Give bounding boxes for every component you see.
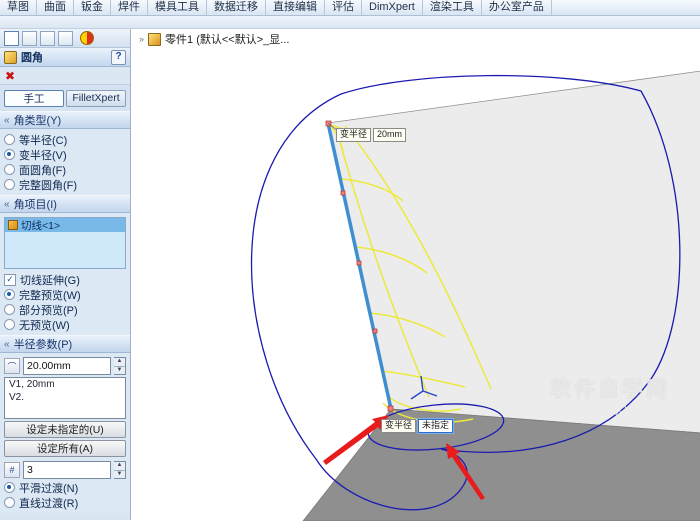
selected-edge-row[interactable]: 切线<1> [5, 218, 125, 232]
control-point-row-v2[interactable]: V2. [5, 391, 125, 404]
set-unassigned-button[interactable]: 设定未指定的(U) [4, 421, 126, 438]
feature-manager-tab-icon[interactable] [4, 30, 19, 46]
panel-header: 圆角 ? [0, 48, 130, 67]
edges-selection-list[interactable]: 切线<1> [4, 217, 126, 269]
fillet-items-group-body: 切线<1> ✓ 切线延伸(G) 完整预览(W) 部分预览(P) 无预览(W) [0, 213, 130, 335]
radio-selected-icon [4, 482, 15, 493]
variable-radius-callout-bottom: 变半径 未指定 [381, 419, 454, 433]
dimxpert-manager-tab-icon[interactable] [58, 30, 73, 46]
tab-direct-editing[interactable]: 直接编辑 [266, 0, 325, 15]
control-points-list[interactable]: V1, 20mm V2. [4, 377, 126, 419]
part-document-icon [148, 32, 162, 46]
document-title: 零件1 (默认<<默认>_显... [165, 34, 290, 46]
configuration-manager-tab-icon[interactable] [40, 30, 55, 46]
fillet-items-group-label: 角项目(I) [13, 199, 57, 211]
solidworks-window: 草图 曲面 钣金 焊件 模具工具 数据迁移 直接编辑 评估 DimXpert 渲… [0, 0, 700, 521]
set-all-button[interactable]: 设定所有(A) [4, 440, 126, 457]
callout-label[interactable]: 变半径 [381, 419, 417, 433]
collapse-chevron-icon: « [4, 114, 10, 126]
tab-mold-tools[interactable]: 模具工具 [148, 0, 207, 15]
fillet-feature-icon [4, 50, 17, 64]
radio-selected-icon [4, 289, 15, 300]
callout-value[interactable]: 20mm [373, 128, 407, 142]
fillet-type-group-header[interactable]: « 角类型(Y) [0, 111, 130, 129]
spin-down-icon[interactable]: ▼ [114, 469, 125, 478]
fillet-items-group-header[interactable]: « 角项目(I) [0, 195, 130, 213]
command-manager-tabs: 草图 曲面 钣金 焊件 模具工具 数据迁移 直接编辑 评估 DimXpert 渲… [0, 0, 700, 16]
tangent-propagation-checkbox[interactable]: ✓ 切线延伸(G) [4, 272, 126, 287]
instance-count-icon: # [4, 462, 20, 478]
radio-icon [4, 497, 15, 508]
tab-dimxpert[interactable]: DimXpert [362, 0, 423, 15]
radio-smooth-transition[interactable]: 平滑过渡(N) [4, 480, 126, 495]
tab-evaluate[interactable]: 评估 [325, 0, 362, 15]
manager-tab-row [0, 29, 130, 48]
document-title-row: » 零件1 (默认<<默认>_显... [139, 31, 289, 47]
radius-parameters-group-header[interactable]: « 半径参数(P) [0, 335, 130, 353]
collapse-chevron-icon: « [4, 198, 10, 210]
radio-partial-preview[interactable]: 部分预览(P) [4, 302, 126, 317]
manual-mode-button[interactable]: 手工 [4, 89, 64, 107]
spin-up-icon[interactable]: ▲ [114, 462, 125, 470]
tab-data-migration[interactable]: 数据迁移 [207, 0, 266, 15]
fillet-type-group-body: 等半径(C) 变半径(V) 面圆角(F) 完整圆角(F) [0, 129, 130, 195]
tab-weldments[interactable]: 焊件 [111, 0, 148, 15]
callout-label[interactable]: 变半径 [336, 128, 372, 142]
variable-radius-callout-top: 变半径 20mm [336, 128, 407, 142]
tab-office-products[interactable]: 办公室产品 [482, 0, 552, 15]
radio-icon [4, 164, 15, 175]
filletxpert-mode-button[interactable]: FilletXpert [66, 89, 126, 107]
model-scene [250, 70, 700, 521]
panel-title: 圆角 [21, 52, 43, 64]
radio-no-preview[interactable]: 无预览(W) [4, 317, 126, 332]
property-manager-tab-icon[interactable] [22, 30, 37, 46]
ok-cancel-row: ✖ [0, 67, 130, 85]
fillet-type-group-label: 角类型(Y) [13, 115, 62, 127]
tab-surfaces[interactable]: 曲面 [37, 0, 74, 15]
radio-straight-transition[interactable]: 直线过渡(R) [4, 495, 126, 510]
callout-value-unassigned[interactable]: 未指定 [418, 419, 454, 433]
radio-face-fillet[interactable]: 面圆角(F) [4, 162, 126, 177]
help-button[interactable]: ? [111, 49, 126, 65]
radio-icon [4, 134, 15, 145]
radio-icon [4, 304, 15, 315]
radius-parameters-group-label: 半径参数(P) [13, 339, 73, 351]
radio-full-preview[interactable]: 完整预览(W) [4, 287, 126, 302]
tab-sheet-metal[interactable]: 钣金 [74, 0, 111, 15]
toolbar-strip [0, 16, 700, 29]
control-point-row-v1[interactable]: V1, 20mm [5, 378, 125, 391]
edge-icon [8, 220, 18, 230]
radio-selected-icon [4, 149, 15, 160]
radio-icon [4, 319, 15, 330]
instance-count-input[interactable]: 3 [23, 461, 111, 479]
flyout-tree-arrow-icon[interactable]: » [139, 34, 144, 44]
cancel-button[interactable]: ✖ [5, 70, 15, 82]
graphics-area[interactable]: » 零件1 (默认<<默认>_显... 变半径 20mm 变半径 未指定 软件自… [131, 29, 700, 521]
instance-count-spinner[interactable]: ▲ ▼ [114, 461, 126, 479]
radius-icon: ⌒ [4, 358, 20, 374]
radio-variable-radius[interactable]: 变半径(V) [4, 147, 126, 162]
radius-value-input[interactable]: 20.00mm [23, 357, 111, 375]
radio-icon [4, 179, 15, 190]
radio-full-round-fillet[interactable]: 完整圆角(F) [4, 177, 126, 192]
mode-switch: 手工 FilletXpert [0, 85, 130, 111]
spin-down-icon[interactable]: ▼ [114, 365, 125, 374]
radius-spinner[interactable]: ▲ ▼ [114, 357, 126, 375]
tab-render-tools[interactable]: 渲染工具 [423, 0, 482, 15]
spin-up-icon[interactable]: ▲ [114, 358, 125, 366]
display-manager-ball-icon[interactable] [80, 31, 94, 45]
collapse-chevron-icon: « [4, 338, 10, 350]
tab-sketch[interactable]: 草图 [0, 0, 37, 15]
radio-constant-radius[interactable]: 等半径(C) [4, 132, 126, 147]
checkbox-checked-icon: ✓ [4, 273, 16, 286]
radius-parameters-group-body: ⌒ 20.00mm ▲ ▼ V1, 20mm V2. 设定未指定的(U) 设定所有… [0, 353, 130, 513]
property-manager-panel: 圆角 ? ✖ 手工 FilletXpert « 角类型(Y) 等半径(C) 变半… [0, 29, 131, 520]
